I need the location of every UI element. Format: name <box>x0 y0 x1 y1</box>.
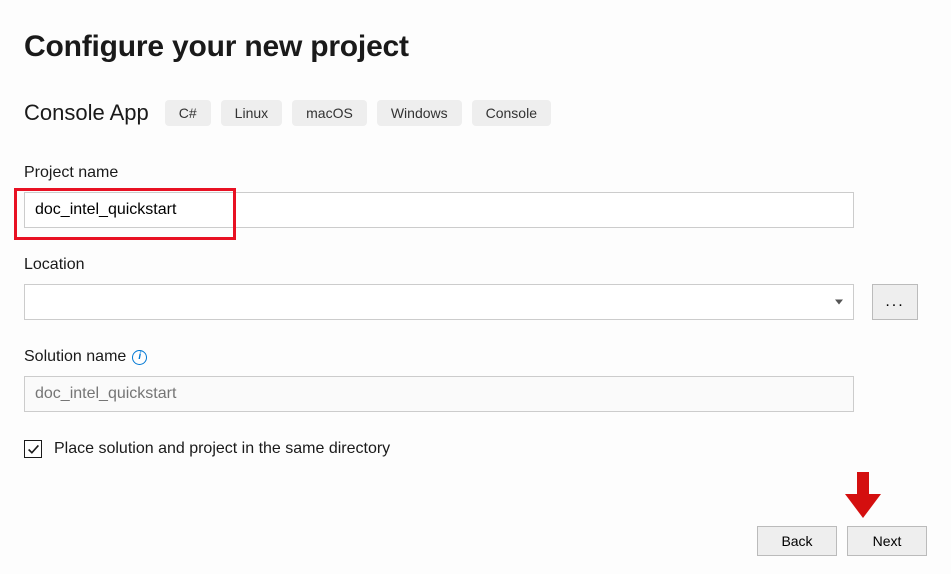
annotation-arrow-icon <box>845 472 881 518</box>
project-name-group: Project name <box>24 164 927 228</box>
info-icon[interactable]: i <box>132 350 147 365</box>
template-tags: C# Linux macOS Windows Console <box>165 100 551 126</box>
tag-csharp: C# <box>165 100 211 126</box>
solution-name-input <box>24 376 854 412</box>
tag-windows: Windows <box>377 100 462 126</box>
next-button[interactable]: Next <box>847 526 927 556</box>
tag-linux: Linux <box>221 100 282 126</box>
solution-name-group: Solution name i <box>24 348 927 412</box>
template-header: Console App C# Linux macOS Windows Conso… <box>24 100 927 126</box>
location-combobox[interactable] <box>24 284 854 320</box>
location-group: Location ... <box>24 256 927 320</box>
browse-button[interactable]: ... <box>872 284 918 320</box>
solution-name-label: Solution name i <box>24 348 927 366</box>
same-directory-label: Place solution and project in the same d… <box>54 440 390 458</box>
page-title: Configure your new project <box>24 30 927 64</box>
wizard-footer: Back Next <box>757 526 927 556</box>
tag-console: Console <box>472 100 551 126</box>
template-name: Console App <box>24 100 149 126</box>
checkmark-icon <box>27 443 40 456</box>
solution-name-label-text: Solution name <box>24 348 126 366</box>
same-directory-checkbox-row[interactable]: Place solution and project in the same d… <box>24 440 927 458</box>
same-directory-checkbox[interactable] <box>24 440 42 458</box>
project-name-label: Project name <box>24 164 927 182</box>
back-button[interactable]: Back <box>757 526 837 556</box>
location-label: Location <box>24 256 927 274</box>
project-name-input[interactable] <box>24 192 854 228</box>
chevron-down-icon <box>835 300 843 305</box>
tag-macos: macOS <box>292 100 367 126</box>
